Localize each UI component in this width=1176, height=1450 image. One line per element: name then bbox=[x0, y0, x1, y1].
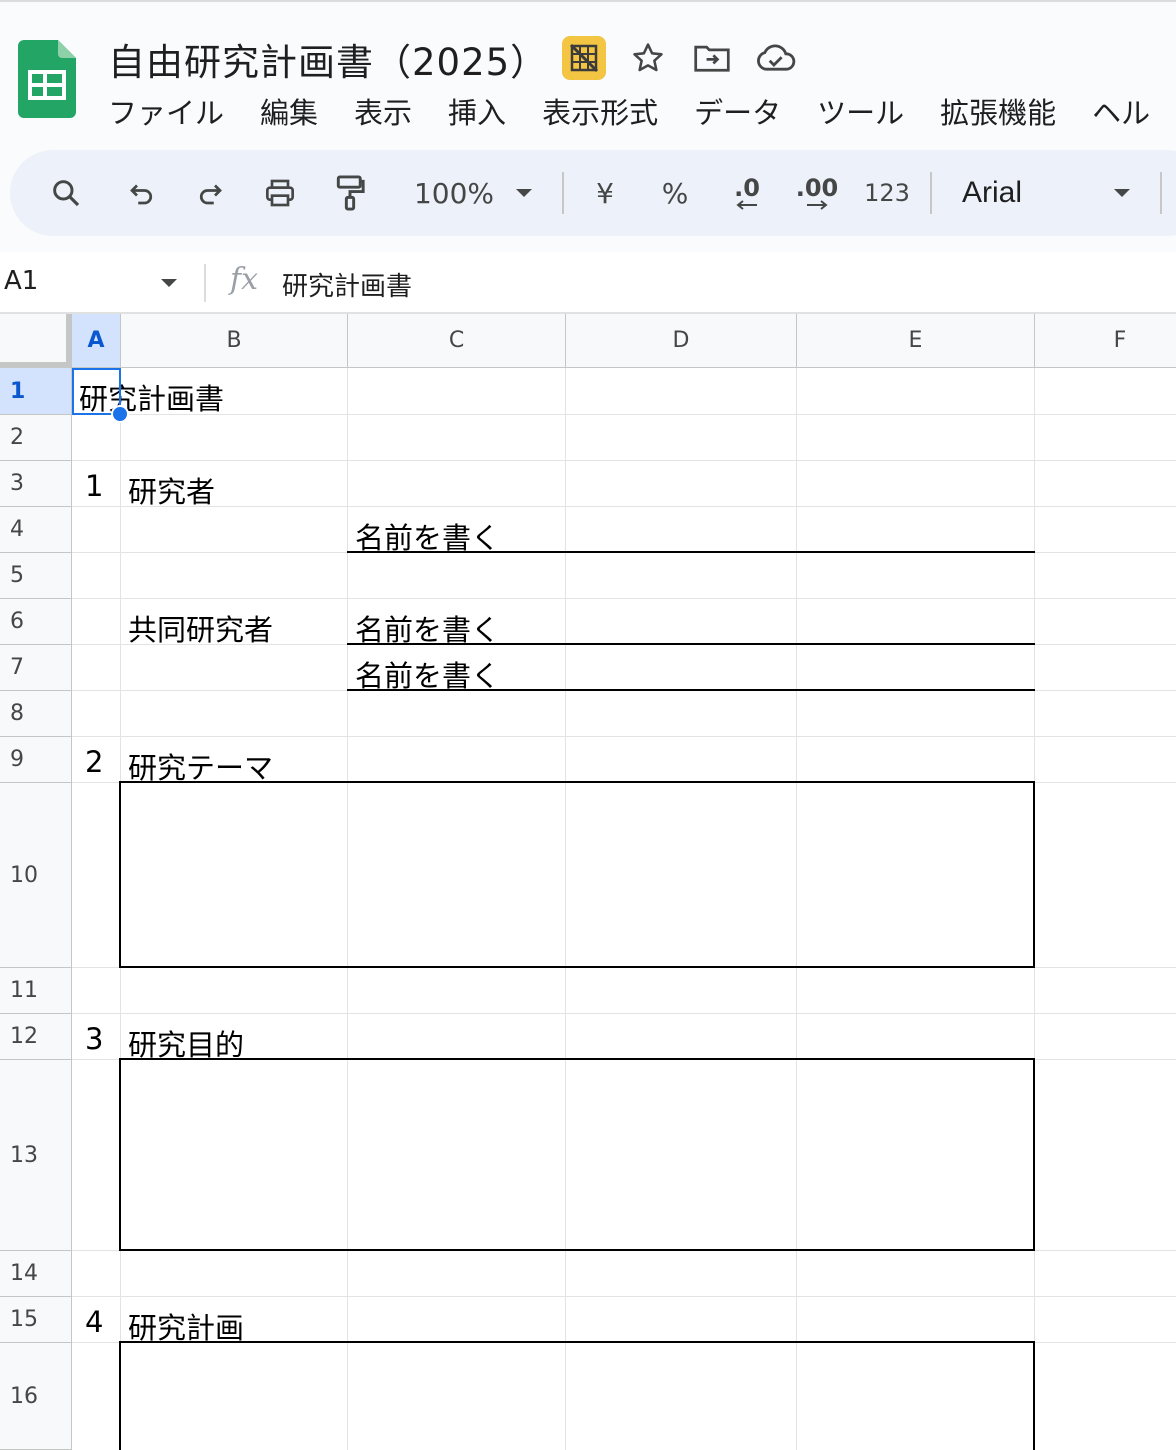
row-header-12[interactable]: 12 bbox=[0, 1014, 72, 1060]
function-icon: fx bbox=[230, 262, 259, 297]
cell-b6[interactable]: 共同研究者 bbox=[128, 607, 273, 649]
row-header-3[interactable]: 3 bbox=[0, 461, 72, 507]
redo-icon[interactable] bbox=[190, 150, 230, 236]
increase-decimal-button[interactable]: .00 bbox=[790, 150, 844, 236]
row-header-8[interactable]: 8 bbox=[0, 691, 72, 737]
row-header-7[interactable]: 7 bbox=[0, 645, 72, 691]
cell-a12[interactable]: 3 bbox=[85, 1022, 103, 1056]
gridline bbox=[72, 1013, 1176, 1014]
gridline bbox=[72, 1296, 1176, 1297]
toolbar-divider bbox=[562, 172, 564, 214]
column-header-e[interactable]: E bbox=[797, 314, 1035, 368]
gridline bbox=[72, 598, 1176, 599]
percent-format-button[interactable]: % bbox=[658, 150, 692, 236]
underline-border bbox=[347, 551, 1035, 553]
app-header: 自由研究計画書（2025） ファイル 編集 表示 挿入 表示形式 データ ツール… bbox=[0, 0, 1176, 252]
menu-insert[interactable]: 挿入 bbox=[448, 90, 506, 132]
column-header-d[interactable]: D bbox=[566, 314, 797, 368]
formula-divider bbox=[204, 264, 206, 302]
name-box-dropdown-icon[interactable] bbox=[160, 278, 178, 288]
print-icon[interactable] bbox=[260, 150, 300, 236]
column-header-f[interactable]: F bbox=[1035, 314, 1176, 368]
hidden-gridlines-icon[interactable] bbox=[562, 36, 606, 80]
column-header-b[interactable]: B bbox=[121, 314, 348, 368]
underline-border bbox=[347, 689, 1035, 691]
cell-a9[interactable]: 2 bbox=[85, 745, 103, 779]
decrease-decimal-button[interactable]: .0 bbox=[722, 150, 772, 236]
row-header-9[interactable]: 9 bbox=[0, 737, 72, 783]
fill-handle[interactable] bbox=[111, 405, 129, 423]
zoom-dropdown-icon[interactable] bbox=[510, 150, 538, 236]
formula-input[interactable]: 研究計画書 bbox=[282, 266, 412, 303]
underline-border bbox=[347, 643, 1035, 645]
menu-extensions[interactable]: 拡張機能 bbox=[940, 90, 1056, 132]
toolbar-divider bbox=[930, 172, 932, 214]
row-header-13[interactable]: 13 bbox=[0, 1060, 72, 1251]
row-header-5[interactable]: 5 bbox=[0, 553, 72, 599]
toolbar: 100% ¥ % .0 .00 123 Arial bbox=[10, 150, 1176, 236]
cell-a3[interactable]: 1 bbox=[85, 469, 103, 503]
font-family-select[interactable]: Arial bbox=[962, 150, 1042, 236]
name-box[interactable]: A1 bbox=[4, 266, 38, 296]
row-header-6[interactable]: 6 bbox=[0, 599, 72, 645]
gridline bbox=[72, 460, 1176, 461]
row-header-14[interactable]: 14 bbox=[0, 1251, 72, 1297]
move-folder-icon[interactable] bbox=[690, 36, 734, 80]
research-purpose-box[interactable] bbox=[119, 1058, 1035, 1251]
menu-data[interactable]: データ bbox=[694, 90, 781, 132]
row-header-4[interactable]: 4 bbox=[0, 507, 72, 553]
gridline bbox=[72, 414, 1176, 415]
research-theme-box[interactable] bbox=[119, 781, 1035, 968]
currency-format-button[interactable]: ¥ bbox=[590, 150, 620, 236]
cloud-saved-icon[interactable] bbox=[754, 36, 798, 80]
cell-a15[interactable]: 4 bbox=[85, 1305, 103, 1339]
undo-icon[interactable] bbox=[122, 150, 162, 236]
paint-format-icon[interactable] bbox=[330, 150, 370, 236]
menu-bar: ファイル 編集 表示 挿入 表示形式 データ ツール 拡張機能 ヘル bbox=[108, 90, 1176, 132]
row-header-1[interactable]: 1 bbox=[0, 368, 72, 415]
decrease-decimal-label: .0 bbox=[734, 174, 760, 202]
number-format-button[interactable]: 123 bbox=[862, 150, 912, 236]
gridline bbox=[72, 736, 1176, 737]
row-header-15[interactable]: 15 bbox=[0, 1297, 72, 1343]
row-header-10[interactable]: 10 bbox=[0, 783, 72, 968]
formula-bar: A1 fx 研究計画書 bbox=[0, 252, 1176, 314]
spreadsheet-grid[interactable]: A B C D E F 1 2 3 4 5 6 7 8 9 10 11 12 1… bbox=[0, 314, 1176, 1450]
search-icon[interactable] bbox=[46, 150, 86, 236]
select-all-corner[interactable] bbox=[0, 314, 72, 368]
menu-file[interactable]: ファイル bbox=[108, 90, 224, 132]
sheets-logo-icon[interactable] bbox=[18, 40, 76, 118]
title-actions bbox=[562, 36, 818, 80]
zoom-value[interactable]: 100% bbox=[402, 150, 506, 236]
menu-tools[interactable]: ツール bbox=[817, 90, 904, 132]
column-header-c[interactable]: C bbox=[348, 314, 566, 368]
menu-format[interactable]: 表示形式 bbox=[542, 90, 658, 132]
toolbar-divider bbox=[1160, 172, 1162, 214]
document-title[interactable]: 自由研究計画書（2025） bbox=[108, 32, 548, 86]
arrow-right-icon bbox=[807, 200, 828, 210]
menu-view[interactable]: 表示 bbox=[354, 90, 412, 132]
column-header-a[interactable]: A bbox=[72, 314, 121, 368]
font-dropdown-icon[interactable] bbox=[1108, 150, 1136, 236]
gridline bbox=[72, 506, 1176, 507]
research-plan-box[interactable] bbox=[119, 1341, 1035, 1450]
arrow-left-icon bbox=[736, 200, 757, 210]
increase-decimal-label: .00 bbox=[795, 174, 839, 202]
menu-help[interactable]: ヘル bbox=[1092, 90, 1150, 132]
row-header-16[interactable]: 16 bbox=[0, 1343, 72, 1450]
star-icon[interactable] bbox=[626, 36, 670, 80]
menu-edit[interactable]: 編集 bbox=[260, 90, 318, 132]
row-header-2[interactable]: 2 bbox=[0, 415, 72, 461]
cell-b3[interactable]: 研究者 bbox=[128, 469, 215, 511]
row-header-11[interactable]: 11 bbox=[0, 968, 72, 1014]
